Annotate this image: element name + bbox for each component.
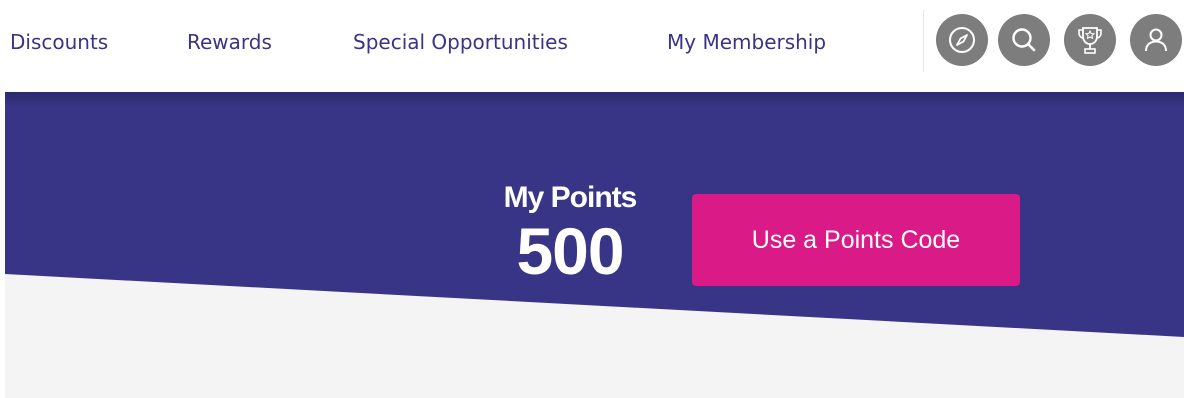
use-points-code-button[interactable]: Use a Points Code (692, 194, 1020, 286)
compass-icon (949, 27, 975, 53)
top-navigation: Discounts Rewards Special Opportunities … (0, 0, 1184, 92)
points-summary: My Points 500 (470, 180, 670, 286)
search-icon (1012, 28, 1036, 52)
user-icon (1145, 28, 1167, 52)
nav-divider (923, 10, 924, 72)
search-button[interactable] (998, 14, 1050, 66)
user-button[interactable] (1130, 14, 1182, 66)
nav-link-special-opportunities[interactable]: Special Opportunities (353, 26, 568, 58)
points-label: My Points (503, 181, 638, 214)
compass-button[interactable] (936, 14, 988, 66)
trophy-icon (1078, 27, 1102, 54)
nav-link-rewards[interactable]: Rewards (187, 26, 272, 58)
nav-link-my-membership[interactable]: My Membership (667, 26, 826, 58)
nav-link-discounts[interactable]: Discounts (10, 26, 108, 58)
page: Discounts Rewards Special Opportunities … (0, 0, 1184, 398)
points-value: 500 (516, 214, 624, 288)
trophy-button[interactable] (1064, 14, 1116, 66)
